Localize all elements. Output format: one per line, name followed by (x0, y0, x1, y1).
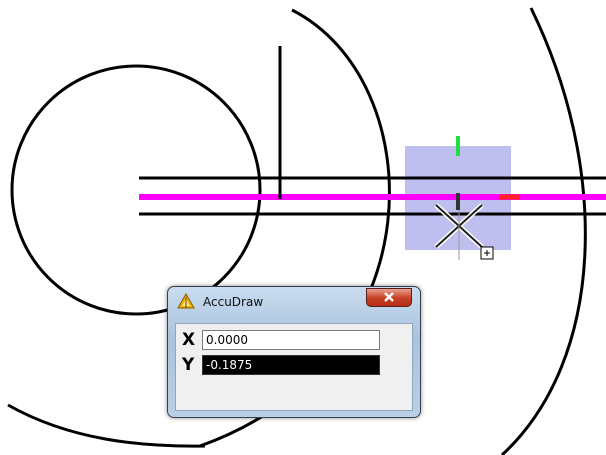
accudraw-icon (177, 292, 195, 310)
close-x-icon (382, 288, 396, 307)
y-field-value: -0.1875 (203, 356, 379, 374)
dialog-title: AccuDraw (203, 295, 264, 309)
dialog-body: X 0.0000 Y -0.1875 (175, 323, 413, 411)
x-label: X (182, 330, 196, 350)
y-label: Y (182, 355, 195, 375)
plus-icon (480, 246, 494, 260)
right-arc (500, 7, 587, 455)
y-field[interactable]: -0.1875 (202, 355, 380, 375)
y-row: Y -0.1875 (182, 355, 380, 375)
x-field[interactable]: 0.0000 (202, 330, 380, 350)
close-button[interactable] (366, 288, 412, 307)
title-bar[interactable]: AccuDraw (168, 287, 420, 317)
x-row: X 0.0000 (182, 330, 380, 350)
left-circle (10, 64, 262, 316)
accudraw-dialog[interactable]: AccuDraw X 0.0000 Y -0.1875 (167, 286, 421, 418)
cad-view[interactable]: AccuDraw X 0.0000 Y -0.1875 (0, 0, 606, 455)
